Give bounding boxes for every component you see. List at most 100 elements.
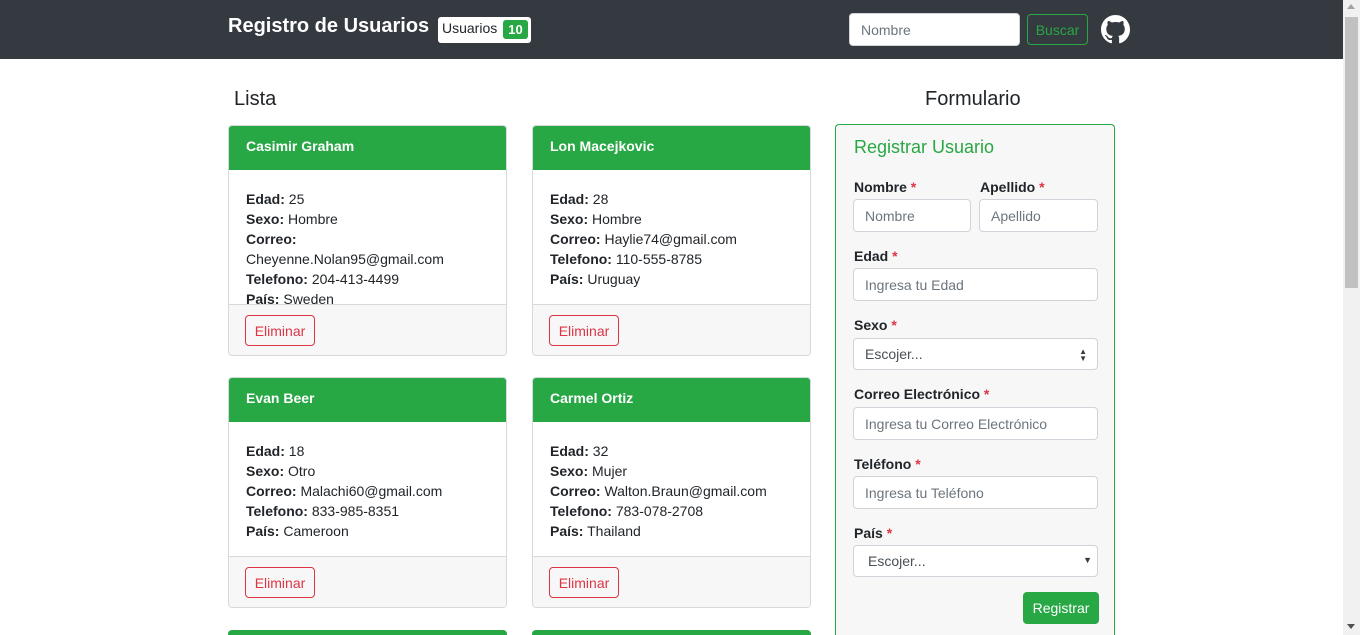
email-value: Walton.Braun@gmail.com <box>604 483 767 499</box>
user-card-body: Edad: 25 Sexo: Hombre Correo: Cheyenne.N… <box>229 170 506 307</box>
scroll-up-arrow-icon[interactable] <box>1347 4 1355 9</box>
country-label: País: <box>550 523 584 539</box>
age-value: 25 <box>288 191 305 207</box>
sex-field-label: Sexo * <box>854 317 897 333</box>
phone-value: 204-413-4499 <box>311 271 400 287</box>
user-card-body: Edad: 28 Sexo: Hombre Correo: Haylie74@g… <box>533 170 810 305</box>
age-input[interactable] <box>853 268 1098 301</box>
first-name-label: Nombre * <box>854 179 916 195</box>
country-value: Uruguay <box>587 271 641 287</box>
list-title: Lista <box>234 88 277 110</box>
delete-button[interactable]: Eliminar <box>245 567 315 598</box>
sex-value: Mujer <box>592 463 628 479</box>
required-mark: * <box>892 248 898 264</box>
user-card: Evan Beer Edad: 18 Sexo: Otro Correo: Ma… <box>228 377 507 608</box>
navbar: Registro de Usuarios Usuarios 10 Buscar <box>0 0 1343 59</box>
country-value: Cameroon <box>283 523 349 539</box>
sex-label: Sexo: <box>550 463 589 479</box>
user-card-name: Lon Macejkovic <box>533 126 810 170</box>
user-card-name: Casimir Graham <box>229 126 506 170</box>
brand-title[interactable]: Registro de Usuarios <box>228 15 429 38</box>
phone-label: Telefono: <box>246 271 308 287</box>
users-count-pill: Usuarios 10 <box>438 17 531 43</box>
user-card-body: Edad: 32 Sexo: Mujer Correo: Walton.Brau… <box>533 422 810 557</box>
delete-button[interactable]: Eliminar <box>245 315 315 346</box>
email-value: Cheyenne.Nolan95@gmail.com <box>246 251 444 267</box>
required-mark: * <box>915 456 921 472</box>
age-label: Edad: <box>246 191 285 207</box>
last-name-label-text: Apellido <box>980 179 1036 195</box>
user-card-footer: Eliminar <box>229 305 506 355</box>
user-card-footer: Eliminar <box>533 305 810 355</box>
email-label: Correo: <box>246 483 297 499</box>
search-button[interactable]: Buscar <box>1027 14 1088 45</box>
required-mark: * <box>886 525 893 541</box>
country-label: País: <box>246 523 280 539</box>
required-mark: * <box>891 317 897 333</box>
phone-field-label: Teléfono * <box>854 456 921 472</box>
form-title: Registrar Usuario <box>854 137 995 157</box>
email-value: Haylie74@gmail.com <box>604 231 737 247</box>
first-name-label-text: Nombre <box>854 179 907 195</box>
scroll-down-arrow-icon[interactable] <box>1347 624 1355 629</box>
register-form: Registrar Usuario Nombre * Apellido * Ed… <box>835 124 1115 635</box>
phone-label-text: Teléfono <box>854 456 912 472</box>
user-card-body: Edad: 18 Sexo: Otro Correo: Malachi60@gm… <box>229 422 506 557</box>
delete-button[interactable]: Eliminar <box>549 567 619 598</box>
first-name-input[interactable] <box>853 199 971 232</box>
scrollbar-thumb[interactable] <box>1345 17 1358 288</box>
country-label: País: <box>246 291 280 307</box>
phone-value: 833-985-8351 <box>311 503 400 519</box>
users-count-label: Usuarios <box>442 20 498 36</box>
register-button[interactable]: Registrar <box>1023 592 1099 624</box>
email-input[interactable] <box>853 407 1098 440</box>
user-card-footer: Eliminar <box>533 557 810 607</box>
age-field-label: Edad * <box>854 248 898 264</box>
required-mark: * <box>983 386 990 402</box>
sex-value: Hombre <box>288 211 338 227</box>
email-value: Malachi60@gmail.com <box>300 483 443 499</box>
sex-select[interactable]: Escojer... ▲ ▼ <box>853 338 1098 370</box>
phone-value: 783-078-2708 <box>615 503 704 519</box>
age-label: Edad: <box>246 443 285 459</box>
age-label-text: Edad <box>854 248 889 264</box>
age-label: Edad: <box>550 443 589 459</box>
country-value: Sweden <box>283 291 334 307</box>
country-value: Thailand <box>587 523 641 539</box>
phone-label: Telefono: <box>550 503 612 519</box>
phone-value: 110-555-8785 <box>615 251 703 267</box>
age-value: 18 <box>288 443 305 459</box>
email-label: Correo: <box>550 483 601 499</box>
delete-button[interactable]: Eliminar <box>549 315 619 346</box>
phone-label: Telefono: <box>550 251 612 267</box>
country-field-label: País * <box>854 525 892 541</box>
search-input[interactable] <box>849 13 1020 46</box>
age-value: 28 <box>592 191 609 207</box>
email-label-text: Correo Electrónico <box>854 386 981 402</box>
email-label: Correo: <box>550 231 601 247</box>
sex-label: Sexo: <box>246 463 285 479</box>
page-scrollbar[interactable] <box>1343 0 1360 635</box>
email-label: Correo: <box>246 231 297 247</box>
sex-value: Otro <box>288 463 316 479</box>
age-value: 32 <box>592 443 609 459</box>
country-label: País: <box>550 271 584 287</box>
select-updown-icon: ▲ ▼ <box>1079 347 1087 363</box>
phone-input[interactable] <box>853 476 1098 509</box>
github-icon[interactable] <box>1101 15 1130 44</box>
country-select[interactable]: Escojer... ▼ <box>853 545 1098 577</box>
user-card-name: Carmel Ortiz <box>533 378 810 422</box>
country-select-value: Escojer... <box>868 553 926 569</box>
user-card-partial <box>532 630 811 635</box>
chevron-down-icon: ▼ <box>1083 555 1092 565</box>
user-card-name: Evan Beer <box>229 378 506 422</box>
sex-label: Sexo: <box>246 211 285 227</box>
user-card: Carmel Ortiz Edad: 32 Sexo: Mujer Correo… <box>532 377 811 608</box>
phone-label: Telefono: <box>246 503 308 519</box>
last-name-input[interactable] <box>979 199 1098 232</box>
user-card-partial <box>228 630 507 635</box>
sex-select-value: Escojer... <box>865 346 923 362</box>
required-mark: * <box>910 179 917 195</box>
user-card: Lon Macejkovic Edad: 28 Sexo: Hombre Cor… <box>532 125 811 356</box>
country-label-text: País <box>854 525 883 541</box>
